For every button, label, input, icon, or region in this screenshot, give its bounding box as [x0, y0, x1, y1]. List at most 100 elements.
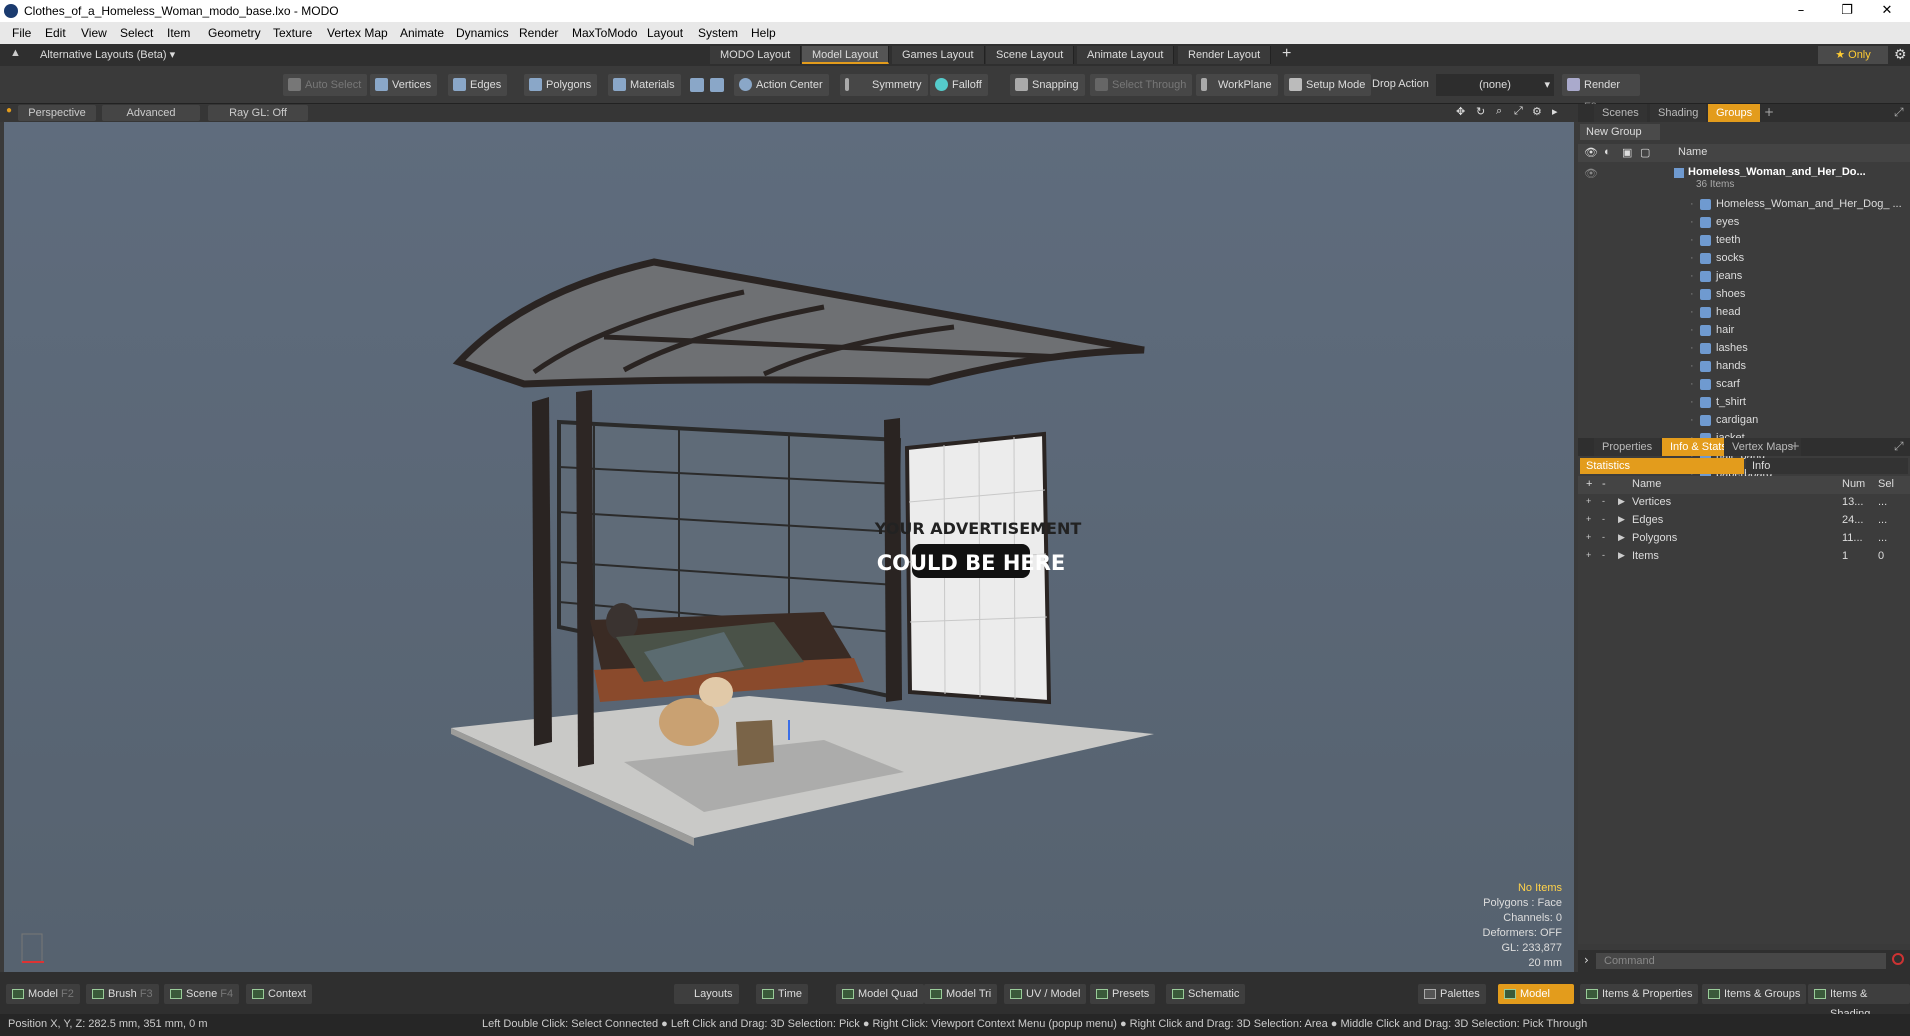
schematic-button[interactable]: Schematic [1166, 984, 1246, 1004]
items-properties-button[interactable]: Items & Properties [1580, 984, 1699, 1004]
group-item-row[interactable]: · Homeless_Woman_and_Her_Dog_ ... [1578, 196, 1910, 214]
layout-menu-icon[interactable]: ▲ [10, 47, 21, 59]
tab-animate-layout[interactable]: Animate Layout [1077, 46, 1175, 64]
group-item-row[interactable]: · cardigan [1578, 412, 1910, 430]
expand-all-icon[interactable]: + [1586, 478, 1592, 490]
command-input[interactable]: Command [1596, 953, 1886, 969]
menu-texture[interactable]: Texture [273, 26, 312, 40]
menu-dynamics[interactable]: Dynamics [456, 26, 509, 40]
group-item-row[interactable]: · teeth [1578, 232, 1910, 250]
vertices-button[interactable]: Vertices [370, 74, 438, 96]
chevron-right-icon[interactable]: ▶ [1618, 550, 1625, 561]
expand-stats-icon[interactable]: ⤢ [1894, 439, 1904, 454]
materials-button[interactable]: Materials [608, 74, 681, 96]
items-groups-button[interactable]: Items & Groups [1702, 984, 1807, 1004]
chevron-right-icon[interactable]: ▶ [1618, 514, 1625, 525]
menu-vertex-map[interactable]: Vertex Map [327, 26, 388, 40]
group-item-row[interactable]: · t_shirt [1578, 394, 1910, 412]
edges-button[interactable]: Edges [448, 74, 508, 96]
tab-scenes[interactable]: Scenes [1594, 104, 1647, 122]
root-visibility-icon[interactable]: 👁 [1584, 167, 1598, 180]
close-icon[interactable]: ✕ [1864, 0, 1910, 22]
viewport-settings-icon[interactable]: ⚙ [1532, 105, 1542, 118]
group-item-row[interactable]: · eyes [1578, 214, 1910, 232]
render-column-icon[interactable]: ◐ [1604, 146, 1611, 158]
tab-shading[interactable]: Shading [1650, 104, 1707, 122]
ray-gl-button[interactable]: Ray GL: Off [208, 105, 308, 121]
model-mode-button[interactable]: Model F2 [6, 984, 80, 1004]
expand-row-icon[interactable]: + [1586, 532, 1591, 542]
chevron-right-icon[interactable]: ▶ [1618, 496, 1625, 507]
menu-help[interactable]: Help [751, 26, 776, 40]
tab-render-layout[interactable]: Render Layout [1178, 46, 1272, 64]
symmetry-button[interactable]: Symmetry [840, 74, 928, 96]
collapse-row-icon[interactable]: - [1602, 496, 1605, 506]
new-group-button[interactable]: New Group [1580, 124, 1660, 140]
lock-column-icon[interactable]: ▣ [1622, 146, 1632, 159]
add-stats-tab-icon[interactable]: + [1790, 439, 1800, 453]
auto-select-button[interactable]: Auto Select [283, 74, 368, 96]
collapse-all-icon[interactable]: - [1602, 478, 1606, 490]
tab-games-layout[interactable]: Games Layout [892, 46, 985, 64]
brush-mode-button[interactable]: Brush F3 [86, 984, 159, 1004]
stats-row[interactable]: + - ▶ Items 1 0 [1578, 548, 1910, 566]
snapping-button[interactable]: Snapping [1010, 74, 1085, 96]
visibility-column-icon[interactable]: 👁 [1584, 146, 1598, 159]
viewport-expand-icon[interactable]: ▸ [1552, 105, 1558, 118]
tab-groups[interactable]: Groups [1708, 104, 1761, 122]
stats-row[interactable]: + - ▶ Polygons 11...... [1578, 530, 1910, 548]
command-stop-icon[interactable] [1892, 953, 1904, 965]
zoom-view-icon[interactable]: ⌕ [1496, 105, 1502, 118]
advanced-button[interactable]: Advanced [102, 105, 200, 121]
model-quad-button[interactable]: Model Quad [836, 984, 924, 1004]
expand-row-icon[interactable]: + [1586, 514, 1591, 524]
expand-row-icon[interactable]: + [1586, 550, 1591, 560]
add-layout-icon[interactable]: + [1282, 45, 1291, 63]
minimize-icon[interactable]: – [1778, 0, 1824, 22]
tab-model-layout[interactable]: Model Layout [802, 46, 890, 64]
collapse-row-icon[interactable]: - [1602, 514, 1605, 524]
falloff-button[interactable]: Falloff [930, 74, 988, 96]
group-item-row[interactable]: · jeans [1578, 268, 1910, 286]
model-layout-button[interactable]: Model [1498, 984, 1574, 1004]
menu-select[interactable]: Select [120, 26, 153, 40]
shield-alt-icon[interactable] [710, 78, 724, 92]
context-mode-button[interactable]: Context [246, 984, 312, 1004]
only-toggle[interactable]: ★ Only [1818, 46, 1888, 64]
menu-layout[interactable]: Layout [647, 26, 683, 40]
statistics-tab[interactable]: Statistics [1580, 458, 1744, 474]
group-item-row[interactable]: · hands [1578, 358, 1910, 376]
group-item-row[interactable]: · socks [1578, 250, 1910, 268]
polygons-button[interactable]: Polygons [524, 74, 598, 96]
tab-modo-layout[interactable]: MODO Layout [710, 46, 802, 64]
drop-action-select[interactable]: (none) ▾ [1436, 74, 1554, 96]
scene-mode-button[interactable]: Scene F4 [164, 984, 240, 1004]
uv-model-button[interactable]: UV / Model [1004, 984, 1087, 1004]
menu-geometry[interactable]: Geometry [208, 26, 261, 40]
time-button[interactable]: Time [756, 984, 809, 1004]
layouts-button[interactable]: Layouts [674, 984, 739, 1004]
tab-scene-layout[interactable]: Scene Layout [986, 46, 1075, 64]
3d-viewport[interactable]: YOUR ADVERTISEMENT COULD BE HERE No Item… [4, 122, 1574, 972]
group-item-row[interactable]: · shoes [1578, 286, 1910, 304]
group-item-row[interactable]: · hair [1578, 322, 1910, 340]
setup-mode-button[interactable]: Setup Mode [1284, 74, 1372, 96]
menu-render[interactable]: Render [519, 26, 558, 40]
stats-row[interactable]: + - ▶ Vertices 13...... [1578, 494, 1910, 512]
group-item-row[interactable]: · lashes [1578, 340, 1910, 358]
expand-panel-icon[interactable]: ⤢ [1894, 105, 1904, 120]
expand-row-icon[interactable]: + [1586, 496, 1591, 506]
select-through-button[interactable]: Select Through [1090, 74, 1193, 96]
tab-properties[interactable]: Properties [1594, 438, 1661, 456]
shield-icon[interactable] [690, 78, 704, 92]
add-tab-icon[interactable]: + [1764, 105, 1774, 119]
info-tab[interactable]: Info [1746, 458, 1908, 474]
collapse-row-icon[interactable]: - [1602, 532, 1605, 542]
group-item-row[interactable]: · scarf [1578, 376, 1910, 394]
maximize-view-icon[interactable]: ⤢ [1514, 105, 1523, 118]
move-view-icon[interactable]: ✥ [1456, 105, 1465, 118]
menu-item[interactable]: Item [167, 26, 190, 40]
group-item-row[interactable]: · head [1578, 304, 1910, 322]
menu-maxtomodo[interactable]: MaxToModo [572, 26, 637, 40]
items-shading-button[interactable]: Items & Shading [1808, 984, 1910, 1020]
